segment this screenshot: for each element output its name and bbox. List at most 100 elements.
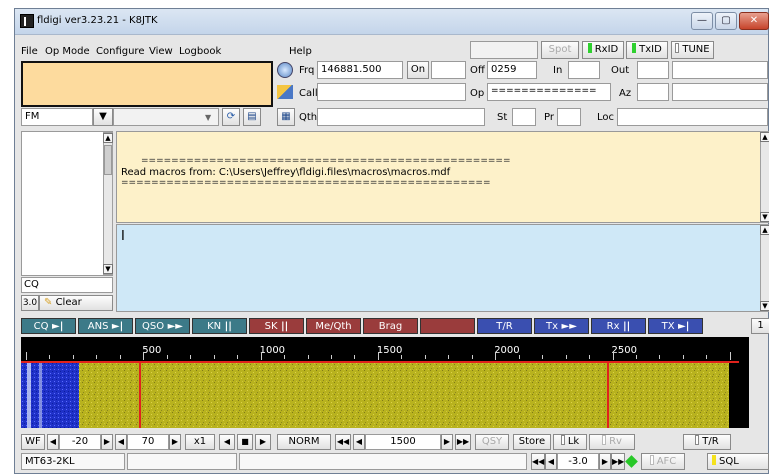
tx-scroll-down-icon[interactable]: ▼: [760, 301, 769, 311]
macro-button-tx[interactable]: TX ►|: [648, 318, 703, 334]
menu-configure[interactable]: Configure: [96, 46, 144, 57]
menu-op-mode[interactable]: Op Mode: [45, 46, 90, 57]
frq-field[interactable]: 146881.500: [317, 61, 403, 79]
txid-button[interactable]: TxID: [626, 41, 668, 59]
az-field[interactable]: [637, 83, 669, 101]
bandwidth-select[interactable]: [113, 108, 219, 126]
signal-browser[interactable]: [21, 131, 113, 276]
range-up-icon[interactable]: ▶: [169, 434, 181, 450]
macro-button-me-qth[interactable]: Me/Qth: [306, 318, 361, 334]
macro-button-empty-7[interactable]: [420, 318, 475, 334]
zoom-button[interactable]: x1: [185, 434, 215, 450]
rxid-button[interactable]: RxID: [582, 41, 624, 59]
tx-scroll-up-icon[interactable]: ▲: [760, 225, 769, 235]
clear-button[interactable]: ✎ Clear: [39, 295, 113, 311]
logbook-icon[interactable]: ▤: [243, 108, 261, 126]
ref-down-icon[interactable]: ◀: [47, 434, 59, 450]
rx-scrollbar[interactable]: ▲ ▼: [760, 131, 769, 223]
macro-button-tx[interactable]: Tx ►►: [534, 318, 589, 334]
notes-field-2[interactable]: [672, 83, 768, 101]
close-button[interactable]: ✕: [739, 12, 769, 30]
macro-page-button[interactable]: 1: [751, 318, 769, 334]
pr-field[interactable]: [557, 108, 581, 126]
squelch-level-field[interactable]: -3.0: [557, 453, 599, 470]
ref-up-icon[interactable]: ▶: [101, 434, 113, 450]
call-field[interactable]: [317, 83, 466, 101]
op-field[interactable]: ==============: [487, 83, 611, 101]
s2n-fast-down-icon[interactable]: ◀◀: [531, 453, 545, 470]
sql-button[interactable]: SQL: [707, 453, 769, 470]
range-field[interactable]: 70: [127, 434, 169, 450]
mode-select[interactable]: FM: [21, 108, 93, 126]
carrier-down-icon[interactable]: ◀: [353, 434, 365, 450]
maximize-button[interactable]: ▢: [715, 12, 737, 30]
title-bar[interactable]: fldigi ver3.23.21 - K8JTK — ▢ ✕: [15, 9, 769, 35]
macro-button-qso[interactable]: QSO ►►: [135, 318, 190, 334]
carrier-up-icon[interactable]: ▶: [441, 434, 453, 450]
reverse-button[interactable]: Rv: [589, 434, 635, 450]
s2n-down-icon[interactable]: ◀: [545, 453, 557, 470]
macro-button-sk[interactable]: SK ||: [249, 318, 304, 334]
rx-scroll-down-icon[interactable]: ▼: [760, 212, 769, 222]
store-button[interactable]: Store: [513, 434, 551, 450]
globe-icon[interactable]: [277, 62, 293, 78]
carrier-frequency-field[interactable]: 1500: [365, 434, 441, 450]
carrier-fast-down-icon[interactable]: ◀◀: [335, 434, 351, 450]
st-field[interactable]: [512, 108, 536, 126]
menu-help[interactable]: Help: [289, 46, 312, 57]
range-down-icon[interactable]: ◀: [115, 434, 127, 450]
scroll-right-icon[interactable]: ▶: [255, 434, 271, 450]
scroll-up-icon[interactable]: ▲: [103, 133, 113, 143]
macro-button-brag[interactable]: Brag: [363, 318, 418, 334]
refresh-icon[interactable]: ⟳: [222, 108, 240, 126]
qth-field[interactable]: [317, 108, 485, 126]
tx-scrollbar[interactable]: ▲ ▼: [760, 224, 769, 312]
on-field[interactable]: [431, 61, 466, 79]
cq-field[interactable]: CQ: [21, 277, 113, 293]
scroll-down-icon[interactable]: ▼: [103, 264, 113, 274]
s2n-fast-up-icon[interactable]: ▶▶: [611, 453, 625, 470]
tx-text-panel[interactable]: I: [116, 224, 761, 312]
off-field[interactable]: 0259: [487, 61, 537, 79]
scroll-thumb[interactable]: [104, 145, 112, 175]
macro-button-cq[interactable]: CQ ►|: [21, 318, 76, 334]
spot-button[interactable]: Spot: [541, 41, 579, 59]
in-field[interactable]: [568, 61, 600, 79]
lower-bandwidth-marker[interactable]: [139, 363, 141, 428]
tr-button[interactable]: T/R: [683, 434, 731, 450]
scroll-left-icon[interactable]: ◀: [219, 434, 235, 450]
lock-button[interactable]: Lk: [553, 434, 587, 450]
status-mode[interactable]: MT63-2KL: [21, 453, 125, 470]
tune-button[interactable]: TUNE: [671, 41, 714, 59]
notes-field-1[interactable]: [672, 61, 768, 79]
qsy-button[interactable]: QSY: [475, 434, 509, 450]
center-icon[interactable]: ■: [237, 434, 253, 450]
version-button[interactable]: 3.0: [21, 295, 39, 311]
save-log-icon[interactable]: ▦: [277, 108, 295, 126]
macro-button-t-r[interactable]: T/R: [477, 318, 532, 334]
macro-button-ans[interactable]: ANS ►|: [78, 318, 133, 334]
on-button[interactable]: On: [407, 61, 429, 79]
macro-button-kn[interactable]: KN ||: [192, 318, 247, 334]
afc-button[interactable]: AFC: [641, 453, 685, 470]
out-field[interactable]: [637, 61, 669, 79]
rx-text-panel[interactable]: ========================================…: [116, 131, 761, 223]
minimize-button[interactable]: —: [691, 12, 713, 30]
upper-bandwidth-marker[interactable]: [607, 363, 609, 428]
broom-icon[interactable]: [277, 85, 293, 99]
rx-scroll-up-icon[interactable]: ▲: [760, 132, 769, 142]
s2n-up-icon[interactable]: ▶: [599, 453, 611, 470]
frequency-display[interactable]: [21, 61, 273, 107]
wf-mode-button[interactable]: WF: [21, 434, 45, 450]
carrier-fast-up-icon[interactable]: ▶▶: [455, 434, 471, 450]
signal-browser-scrollbar[interactable]: ▲ ▼: [103, 132, 113, 275]
menu-file[interactable]: File: [21, 46, 38, 57]
speed-button[interactable]: NORM: [277, 434, 331, 450]
bandwidth-dropdown-icon[interactable]: ▼: [205, 113, 211, 122]
menu-logbook[interactable]: Logbook: [179, 46, 221, 57]
ref-level-field[interactable]: -20: [59, 434, 101, 450]
menu-view[interactable]: View: [149, 46, 173, 57]
loc-field[interactable]: [617, 108, 768, 126]
waterfall-display[interactable]: [21, 361, 739, 428]
macro-button-rx[interactable]: Rx ||: [591, 318, 646, 334]
